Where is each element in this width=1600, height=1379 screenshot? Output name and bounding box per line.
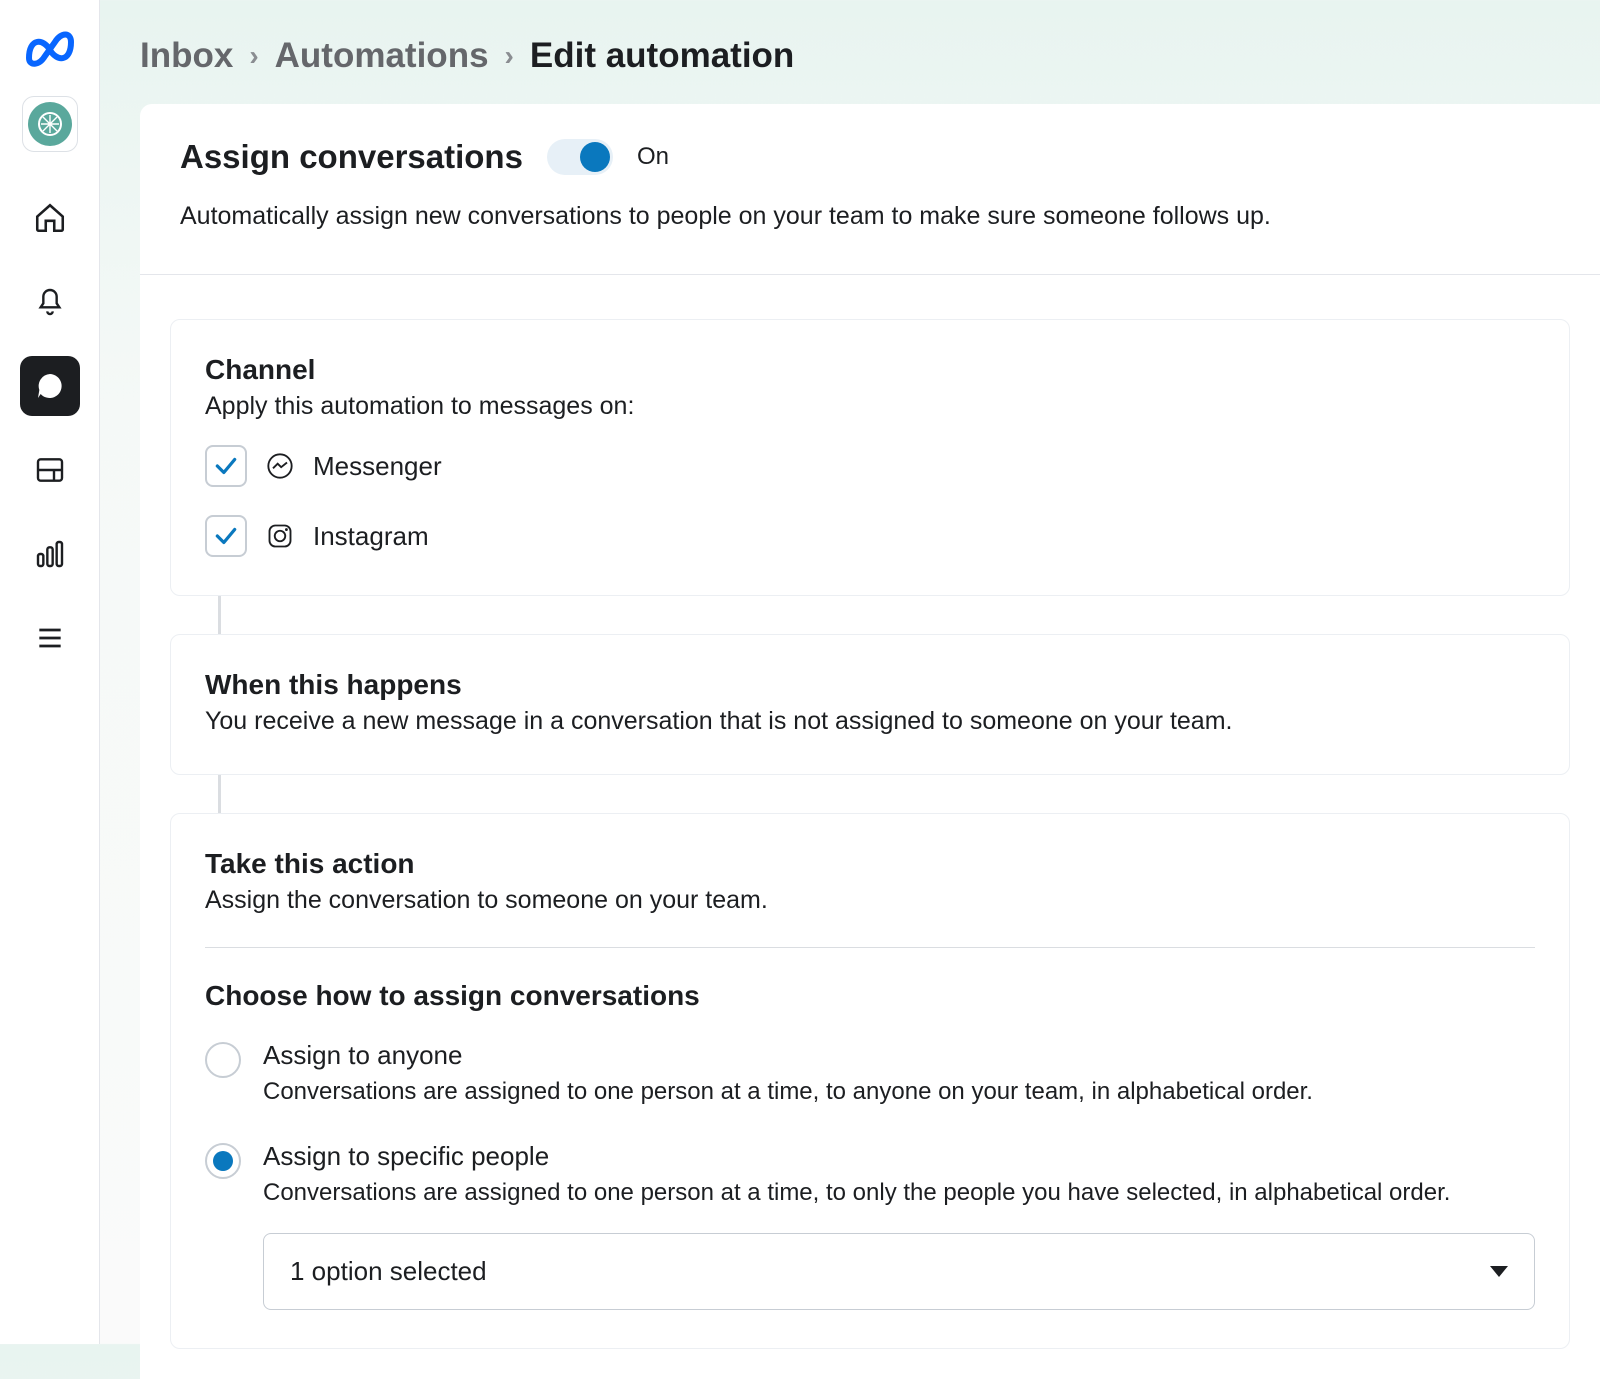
option-title: Assign to specific people bbox=[263, 1141, 1535, 1172]
check-icon bbox=[213, 453, 239, 479]
breadcrumb-automations[interactable]: Automations bbox=[275, 36, 489, 76]
sidebar bbox=[0, 0, 100, 1344]
nav-notifications[interactable] bbox=[20, 272, 80, 332]
channel-label: Instagram bbox=[313, 521, 429, 552]
option-assign-specific: Assign to specific people Conversations … bbox=[205, 1141, 1535, 1311]
org-avatar-icon bbox=[28, 102, 72, 146]
action-card: Take this action Assign the conversation… bbox=[170, 813, 1570, 1349]
radio-assign-anyone[interactable] bbox=[205, 1042, 241, 1078]
option-desc: Conversations are assigned to one person… bbox=[263, 1176, 1535, 1210]
chevron-right-icon: › bbox=[249, 40, 258, 72]
hamburger-icon bbox=[34, 622, 66, 654]
radio-assign-specific[interactable] bbox=[205, 1143, 241, 1179]
automation-description: Automatically assign new conversations t… bbox=[180, 198, 1560, 234]
select-value: 1 option selected bbox=[290, 1256, 487, 1287]
channel-subtitle: Apply this automation to messages on: bbox=[205, 392, 1535, 421]
automation-title: Assign conversations bbox=[180, 138, 523, 176]
divider bbox=[205, 947, 1535, 948]
breadcrumb: Inbox › Automations › Edit automation bbox=[140, 36, 1600, 76]
caret-down-icon bbox=[1490, 1266, 1508, 1277]
checkbox-instagram[interactable] bbox=[205, 515, 247, 557]
option-title: Assign to anyone bbox=[263, 1040, 1535, 1071]
breadcrumb-current: Edit automation bbox=[530, 36, 794, 76]
nav-insights[interactable] bbox=[20, 524, 80, 584]
enable-toggle[interactable] bbox=[547, 139, 613, 175]
org-selector[interactable] bbox=[22, 96, 78, 152]
trigger-description: You receive a new message in a conversat… bbox=[205, 707, 1535, 736]
channel-card: Channel Apply this automation to message… bbox=[170, 319, 1570, 596]
action-description: Assign the conversation to someone on yo… bbox=[205, 886, 1535, 915]
form-content: Channel Apply this automation to message… bbox=[140, 275, 1600, 1379]
main-content: Inbox › Automations › Edit automation As… bbox=[100, 0, 1600, 1344]
chat-bubble-icon bbox=[34, 370, 66, 402]
people-select[interactable]: 1 option selected bbox=[263, 1233, 1535, 1310]
nav-menu[interactable] bbox=[20, 608, 80, 668]
automation-panel: Assign conversations On Automatically as… bbox=[140, 104, 1600, 1379]
toggle-knob bbox=[580, 142, 610, 172]
trigger-title: When this happens bbox=[205, 669, 1535, 701]
nav-inbox[interactable] bbox=[20, 356, 80, 416]
meta-infinity-icon bbox=[21, 28, 79, 68]
action-title: Take this action bbox=[205, 848, 1535, 880]
checkbox-messenger[interactable] bbox=[205, 445, 247, 487]
breadcrumb-inbox[interactable]: Inbox bbox=[140, 36, 233, 76]
bell-icon bbox=[34, 286, 66, 318]
channel-row-instagram: Instagram bbox=[205, 515, 1535, 557]
bar-chart-icon bbox=[34, 538, 66, 570]
channel-row-messenger: Messenger bbox=[205, 445, 1535, 487]
option-desc: Conversations are assigned to one person… bbox=[263, 1075, 1535, 1109]
instagram-icon bbox=[265, 521, 295, 551]
channel-label: Messenger bbox=[313, 451, 442, 482]
messenger-icon bbox=[265, 451, 295, 481]
home-icon bbox=[33, 201, 67, 235]
choose-title: Choose how to assign conversations bbox=[205, 980, 1535, 1012]
flow-connector bbox=[218, 775, 221, 813]
meta-logo bbox=[20, 24, 80, 72]
trigger-card: When this happens You receive a new mess… bbox=[170, 634, 1570, 775]
radio-dot bbox=[213, 1151, 233, 1171]
flow-connector bbox=[218, 596, 221, 634]
layout-icon bbox=[34, 454, 66, 486]
nav-home[interactable] bbox=[20, 188, 80, 248]
toggle-state-label: On bbox=[637, 143, 669, 171]
panel-header: Assign conversations On Automatically as… bbox=[140, 104, 1600, 275]
channel-title: Channel bbox=[205, 354, 1535, 386]
nav-posts[interactable] bbox=[20, 440, 80, 500]
check-icon bbox=[213, 523, 239, 549]
chevron-right-icon: › bbox=[505, 40, 514, 72]
option-assign-anyone: Assign to anyone Conversations are assig… bbox=[205, 1040, 1535, 1109]
